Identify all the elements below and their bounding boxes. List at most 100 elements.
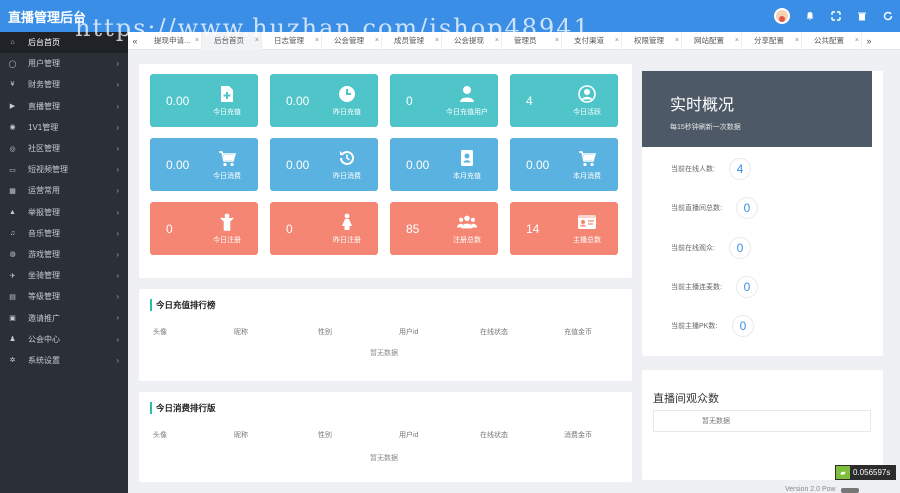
refresh-icon[interactable] xyxy=(882,10,894,22)
close-icon[interactable]: × xyxy=(555,37,559,44)
tab-label: 分享配置 xyxy=(754,36,784,45)
trash-icon[interactable] xyxy=(856,10,868,22)
sidebar-item-label: 游戏管理 xyxy=(28,249,60,259)
tab[interactable]: 日志管理 × xyxy=(262,31,322,50)
tab[interactable]: 提现申请... × xyxy=(142,31,202,50)
sidebar-item[interactable]: ¥ 财务管理 › xyxy=(0,74,128,95)
tab[interactable]: 后台首页 × xyxy=(202,31,262,50)
sidebar-item[interactable]: ◉ 1V1管理 › xyxy=(0,117,128,138)
close-icon[interactable]: × xyxy=(495,37,499,44)
close-icon[interactable]: × xyxy=(795,37,799,44)
tab-next-button[interactable]: » xyxy=(862,36,876,46)
user-avatar[interactable] xyxy=(774,8,790,24)
stat-tile[interactable]: 0 昨日注册 xyxy=(270,202,378,255)
close-icon[interactable]: × xyxy=(675,37,679,44)
tab-prev-button[interactable]: « xyxy=(128,36,142,46)
stat-tile[interactable]: 0.00 今日消费 xyxy=(150,138,258,191)
stat-tile[interactable]: 0.00 本月消费 xyxy=(510,138,618,191)
sidebar-item-label: 音乐管理 xyxy=(28,228,60,238)
cart-icon xyxy=(217,148,237,168)
tab[interactable]: 公会管理 × xyxy=(322,31,382,50)
sidebar-item-label: 后台首页 xyxy=(28,38,60,48)
viewers-title: 直播间观众数 xyxy=(653,393,719,405)
thinkphp-logo-icon: ▰ xyxy=(836,466,850,479)
chevron-right-icon: › xyxy=(116,313,119,323)
sidebar-item[interactable]: ▤ 等级管理 › xyxy=(0,286,128,307)
stat-value: 0.00 xyxy=(166,158,190,172)
horizontal-scrollbar[interactable] xyxy=(841,488,859,493)
sidebar-item-label: 短视频管理 xyxy=(28,165,68,175)
stat-tile[interactable]: 0.00 昨日充值 xyxy=(270,74,378,127)
column-header: 昵称 xyxy=(234,432,248,439)
stat-tile[interactable]: 4 今日活跃 xyxy=(510,74,618,127)
debug-timer[interactable]: ▰ 0.056597s xyxy=(835,465,896,480)
chevron-right-icon: › xyxy=(116,80,119,90)
person-icon xyxy=(457,84,477,104)
sidebar-item-label: 坐骑管理 xyxy=(28,271,60,281)
consume-rank-title: 今日消费排行版 xyxy=(150,402,216,414)
stat-value: 0 xyxy=(406,94,413,108)
stat-tile[interactable]: 0.00 今日充值 xyxy=(150,74,258,127)
yen-icon: ¥ xyxy=(10,81,15,89)
sidebar-item[interactable]: ▭ 短视频管理 › xyxy=(0,159,128,180)
tab[interactable]: 网站配置 × xyxy=(682,31,742,50)
tab[interactable]: 成员管理 × xyxy=(382,31,442,50)
close-icon[interactable]: × xyxy=(375,37,379,44)
sidebar-item[interactable]: ♫ 音乐管理 › xyxy=(0,223,128,244)
sidebar-item[interactable]: ◎ 社区管理 › xyxy=(0,138,128,159)
sidebar-item[interactable]: ✲ 系统设置 › xyxy=(0,350,128,371)
level-icon: ▤ xyxy=(9,293,16,301)
chevron-right-icon: › xyxy=(116,165,119,175)
close-icon[interactable]: × xyxy=(615,37,619,44)
sidebar-item[interactable]: ✈ 坐骑管理 › xyxy=(0,265,128,286)
empty-text: 暂无数据 xyxy=(370,455,398,462)
chevron-right-icon: › xyxy=(116,334,119,344)
tab[interactable]: 公会提现 × xyxy=(442,31,502,50)
stat-value: 0.00 xyxy=(526,158,550,172)
app-logo[interactable]: 直播管理后台 xyxy=(0,7,128,26)
users-icon: ♟ xyxy=(9,336,16,344)
stat-tile[interactable]: 0 今日注册 xyxy=(150,202,258,255)
realtime-banner: 实时概况 每15秒钟刷新一次数据 xyxy=(642,71,872,147)
close-icon[interactable]: × xyxy=(255,37,259,44)
sidebar-item[interactable]: ▦ 运营常用 › xyxy=(0,180,128,201)
column-header: 性别 xyxy=(318,329,332,336)
sidebar-item[interactable]: ◍ 游戏管理 › xyxy=(0,244,128,265)
tab[interactable]: 管理员 × xyxy=(502,31,562,50)
tab-label: 管理员 xyxy=(514,36,537,45)
close-icon[interactable]: × xyxy=(735,37,739,44)
column-header: 昵称 xyxy=(234,329,248,336)
tab[interactable]: 权限管理 × xyxy=(622,31,682,50)
sidebar-item[interactable]: ▣ 邀请推广 › xyxy=(0,307,128,328)
tab[interactable]: 支付渠道 × xyxy=(562,31,622,50)
stat-tile[interactable]: 14 主播总数 xyxy=(510,202,618,255)
live-rooms-label: 当前直播间总数: xyxy=(671,205,722,212)
recharge-rank-title: 今日充值排行榜 xyxy=(150,299,216,311)
stat-tile[interactable]: 0.00 本月充值 xyxy=(390,138,498,191)
close-icon[interactable]: × xyxy=(315,37,319,44)
fullscreen-icon[interactable] xyxy=(830,10,842,22)
sidebar-item[interactable]: ▲ 举报管理 › xyxy=(0,202,128,223)
close-icon[interactable]: × xyxy=(195,37,199,44)
child-icon xyxy=(217,212,237,232)
close-icon[interactable]: × xyxy=(855,37,859,44)
stat-label: 今日充值用户 xyxy=(446,109,488,116)
stats-card: 0.00 今日充值 0.00 昨日充值 0 今日充值用户 4 今日活跃 0.00 今日消费 0.00… xyxy=(139,64,632,278)
sidebar-item[interactable]: ◯ 用户管理 › xyxy=(0,53,128,74)
gamepad-icon: ◍ xyxy=(9,251,16,259)
sidebar-item[interactable]: ▶ 直播管理 › xyxy=(0,96,128,117)
tab[interactable]: 公共配置 × xyxy=(802,31,862,50)
sidebar-item-label: 举报管理 xyxy=(28,207,60,217)
bell-icon[interactable] xyxy=(804,10,816,22)
sidebar-item[interactable]: ⌂ 后台首页 xyxy=(0,32,128,54)
sidebar-item[interactable]: ♟ 公会中心 › xyxy=(0,329,128,350)
sidebar: ⌂ 后台首页 ◯ 用户管理 › ¥ 财务管理 › ▶ 直播管理 › ◉ 1V1管理 › ◎ 社区管理 › ▭ 短视频… xyxy=(0,32,128,493)
close-icon[interactable]: × xyxy=(435,37,439,44)
stat-tile[interactable]: 0 今日充值用户 xyxy=(390,74,498,127)
stat-value: 4 xyxy=(526,94,533,108)
tab[interactable]: 分享配置 × xyxy=(742,31,802,50)
stat-tile[interactable]: 85 注册总数 xyxy=(390,202,498,255)
stat-tile[interactable]: 0.00 昨日消费 xyxy=(270,138,378,191)
column-header: 用户id xyxy=(399,329,419,336)
tab-label: 支付渠道 xyxy=(574,36,604,45)
